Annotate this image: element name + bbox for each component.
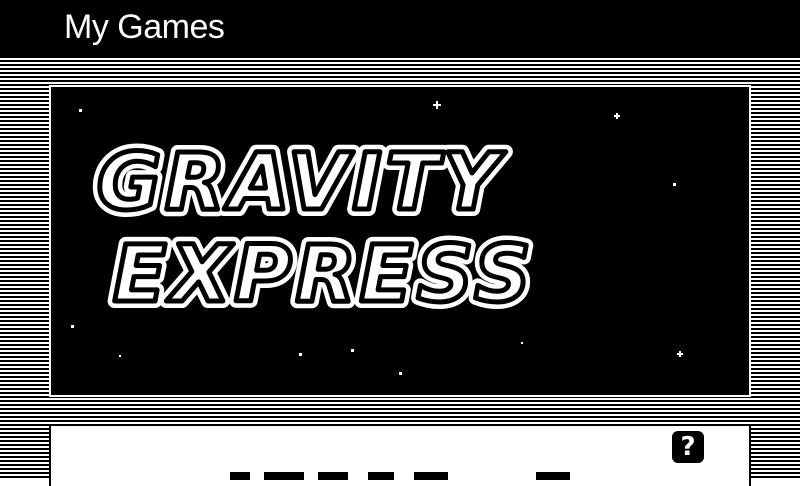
question-mark-icon[interactable]: ? <box>672 431 704 463</box>
logo-line1: GRAVITY <box>97 138 507 228</box>
logo-line2: EXPRESS <box>113 230 535 320</box>
page-title: My Games <box>64 8 225 46</box>
top-bar: My Games <box>0 0 800 56</box>
game-logo-art: GRAVITY GRAVITY EXPRESS EXPRESS <box>71 101 683 375</box>
next-card-art-peek <box>230 472 570 480</box>
game-card-gravity-express[interactable]: GRAVITY GRAVITY EXPRESS EXPRESS <box>49 85 751 397</box>
